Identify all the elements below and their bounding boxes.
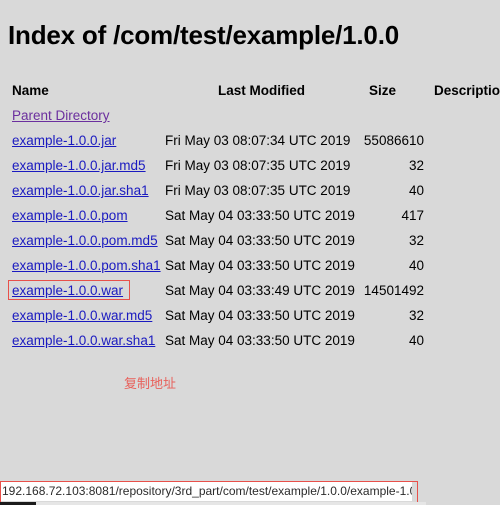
file-link[interactable]: example-1.0.0.war	[12, 278, 123, 303]
directory-index-page: Index of /com/test/example/1.0.0 Name La…	[0, 0, 500, 505]
table-row[interactable]: example-1.0.0.jar.sha1 Fri May 03 08:07:3…	[0, 178, 500, 203]
column-header-name: Name	[12, 83, 49, 98]
file-link[interactable]: example-1.0.0.war.sha1	[12, 328, 155, 353]
file-link[interactable]: example-1.0.0.pom.sha1	[12, 253, 161, 278]
table-row[interactable]: example-1.0.0.jar.md5 Fri May 03 08:07:35…	[0, 153, 500, 178]
file-size: 32	[408, 308, 424, 323]
url-bar-highlight: 192.168.72.103:8081/repository/3rd_part/…	[0, 481, 418, 503]
table-row[interactable]: example-1.0.0.pom.sha1 Sat May 04 03:33:5…	[0, 253, 500, 278]
file-link[interactable]: example-1.0.0.jar.sha1	[12, 178, 149, 203]
file-size: 40	[408, 333, 424, 348]
file-listing-table: Name Last Modified Size Description Pare…	[0, 78, 500, 353]
file-link[interactable]: example-1.0.0.jar	[12, 128, 116, 153]
file-size: 55086610	[363, 133, 424, 148]
column-header-description: Description	[434, 83, 500, 98]
table-row[interactable]: example-1.0.0.pom Sat May 04 03:33:50 UTC…	[0, 203, 500, 228]
file-rows-container: example-1.0.0.jar Fri May 03 08:07:34 UTC…	[0, 128, 500, 353]
table-row[interactable]: example-1.0.0.war.sha1 Sat May 04 03:33:5…	[0, 328, 500, 353]
file-link[interactable]: example-1.0.0.jar.md5	[12, 153, 146, 178]
parent-directory-row[interactable]: Parent Directory	[0, 103, 500, 128]
file-size: 40	[408, 258, 424, 273]
parent-directory-link[interactable]: Parent Directory	[12, 103, 110, 128]
column-header-size: Size	[368, 83, 396, 98]
file-size: 40	[408, 183, 424, 198]
file-link[interactable]: example-1.0.0.pom	[12, 203, 128, 228]
table-header-row: Name Last Modified Size Description	[0, 78, 500, 103]
file-link[interactable]: example-1.0.0.pom.md5	[12, 228, 158, 253]
column-header-last-modified: Last Modified	[218, 83, 305, 98]
copy-address-annotation: 复制地址	[124, 376, 177, 391]
file-link[interactable]: example-1.0.0.war.md5	[12, 303, 152, 328]
table-row[interactable]: example-1.0.0.pom.md5 Sat May 04 03:33:50…	[0, 228, 500, 253]
table-row[interactable]: example-1.0.0.jar Fri May 03 08:07:34 UTC…	[0, 128, 500, 153]
file-size: 417	[401, 208, 424, 223]
table-row[interactable]: example-1.0.0.war.md5 Sat May 04 03:33:50…	[0, 303, 500, 328]
file-size: 32	[408, 233, 424, 248]
file-size: 32	[408, 158, 424, 173]
page-title: Index of /com/test/example/1.0.0	[8, 20, 399, 50]
file-size: 14501492	[363, 283, 424, 298]
table-row[interactable]: example-1.0.0.war Sat May 04 03:33:49 UTC…	[0, 278, 500, 303]
url-input[interactable]: 192.168.72.103:8081/repository/3rd_part/…	[1, 482, 412, 501]
